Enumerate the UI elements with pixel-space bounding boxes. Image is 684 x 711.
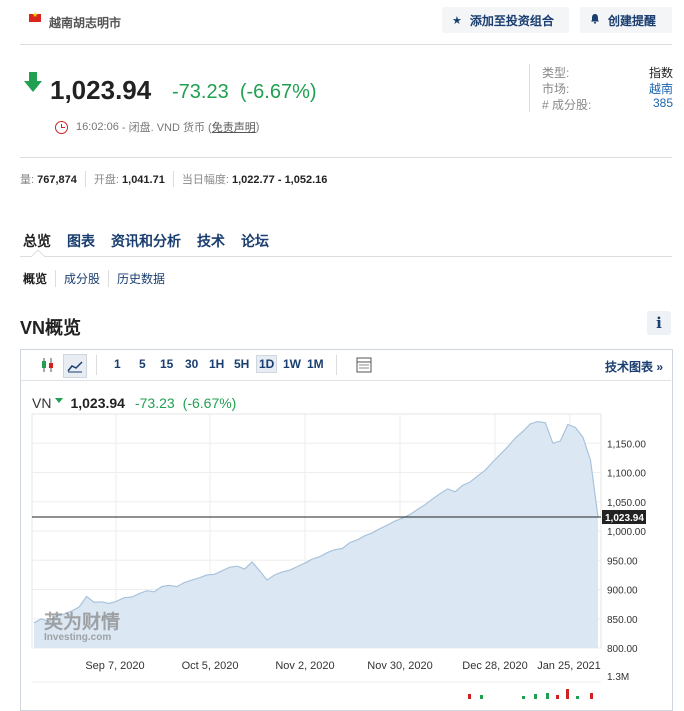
- volume-axis-label: 1.3M: [607, 672, 629, 683]
- volume-bar: [556, 695, 559, 699]
- watermark-sub: Investing.com: [44, 632, 111, 643]
- y-tick-label: 1,100.00: [607, 469, 646, 480]
- volume-bar: [468, 694, 471, 699]
- last-price-label: 1,023.94: [605, 513, 644, 524]
- x-tick-label: Dec 28, 2020: [462, 660, 527, 672]
- price-area-chart: 1,150.00 1,100.00 1,050.00 1,000.00 950.00 90…: [31, 413, 646, 699]
- volume-bar: [590, 693, 593, 699]
- y-tick-label: 800.00: [607, 644, 638, 655]
- y-tick-label: 900.00: [607, 586, 638, 597]
- x-tick-label: Nov 2, 2020: [275, 660, 334, 672]
- y-tick-label: 1,050.00: [607, 498, 646, 509]
- x-tick-label: Jan 25, 2021: [537, 660, 601, 672]
- volume-bar: [566, 689, 569, 699]
- y-tick-label: 950.00: [607, 556, 638, 567]
- y-tick-label: 1,000.00: [607, 527, 646, 538]
- volume-bar: [534, 694, 537, 699]
- volume-bar: [546, 693, 549, 699]
- y-tick-label: 1,150.00: [607, 439, 646, 450]
- volume-bar: [480, 695, 483, 699]
- y-tick-label: 850.00: [607, 615, 638, 626]
- watermark-logo: 英为财情: [44, 610, 120, 633]
- x-tick-label: Oct 5, 2020: [182, 660, 239, 672]
- x-tick-label: Nov 30, 2020: [367, 660, 432, 672]
- x-tick-label: Sep 7, 2020: [85, 660, 144, 672]
